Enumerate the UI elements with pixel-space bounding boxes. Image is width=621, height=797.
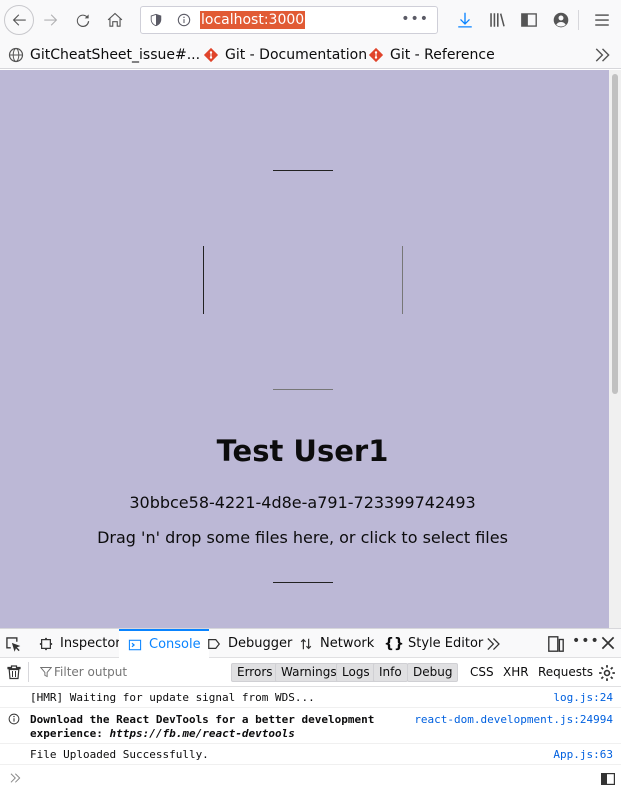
braces-icon: {} xyxy=(384,635,404,652)
debugger-icon xyxy=(206,636,222,652)
bookmarks-overflow-button[interactable] xyxy=(592,45,612,65)
tab-style-editor[interactable]: {} Style Editor xyxy=(384,629,483,658)
reload-button[interactable] xyxy=(68,5,98,35)
info-icon xyxy=(8,713,20,725)
chevron-double-right-icon xyxy=(10,773,21,783)
message-source-link[interactable]: react-dom.development.js:24994 xyxy=(414,713,613,726)
console-message: Download the React DevTools for a better… xyxy=(0,708,621,744)
filter-logs-button[interactable]: Logs xyxy=(336,663,376,682)
page-actions-more-icon[interactable]: ••• xyxy=(401,11,429,27)
filter-debug-button[interactable]: Debug xyxy=(407,663,459,682)
menu-button[interactable] xyxy=(587,5,617,35)
filter-separator xyxy=(28,662,29,682)
message-source-link[interactable]: log.js:24 xyxy=(553,691,613,704)
globe-icon xyxy=(8,47,24,63)
page-content[interactable]: Test User1 30bbce58-4221-4d8e-a791-72339… xyxy=(0,70,609,628)
arrow-left-icon xyxy=(12,14,26,26)
account-button[interactable] xyxy=(546,5,576,35)
dock-icon[interactable] xyxy=(547,635,565,653)
console-input[interactable] xyxy=(0,765,621,795)
devtools-tabbar: Inspector Console Debugger Network {} St… xyxy=(0,629,621,658)
tab-debugger[interactable]: Debugger xyxy=(206,629,292,658)
arrow-right-icon xyxy=(44,14,58,26)
devtools-panel: Inspector Console Debugger Network {} St… xyxy=(0,628,621,797)
info-icon[interactable] xyxy=(177,13,191,27)
hamburger-icon xyxy=(595,14,609,26)
git-logo-icon xyxy=(203,47,219,63)
trash-icon[interactable] xyxy=(6,664,22,680)
bookmark-item[interactable]: Git - Reference xyxy=(368,45,495,65)
reload-icon xyxy=(76,14,90,28)
filter-warnings-button[interactable]: Warnings xyxy=(275,663,343,682)
bookmark-label: Git - Documentation xyxy=(225,47,368,63)
chevron-double-right-icon xyxy=(595,48,610,62)
inspector-icon xyxy=(38,636,54,652)
home-button[interactable] xyxy=(100,5,130,35)
sidebar-button[interactable] xyxy=(514,5,544,35)
filter-css-button[interactable]: CSS xyxy=(470,663,494,682)
tab-inspector[interactable]: Inspector xyxy=(38,629,121,658)
more-options-icon[interactable]: ••• xyxy=(572,633,600,649)
git-logo-icon xyxy=(368,47,384,63)
console-filterbar: Errors Warnings Logs Info Debug CSS XHR … xyxy=(0,658,621,687)
toolbar-separator xyxy=(578,10,579,30)
filter-info-button[interactable]: Info xyxy=(373,663,408,682)
tab-console[interactable]: Console xyxy=(119,629,209,658)
file-dropzone[interactable]: Drag 'n' drop some files here, or click … xyxy=(0,528,605,547)
filter-xhr-button[interactable]: XHR xyxy=(503,663,529,682)
close-icon[interactable] xyxy=(599,634,617,652)
library-button[interactable] xyxy=(482,5,512,35)
spinner-segment xyxy=(273,389,333,390)
page-scrollbar[interactable] xyxy=(609,70,621,628)
filter-requests-button[interactable]: Requests xyxy=(538,663,593,682)
spinner-segment xyxy=(273,170,333,171)
user-id: 30bbce58-4221-4d8e-a791-723399742493 xyxy=(129,493,476,512)
message-source-link[interactable]: App.js:63 xyxy=(553,748,613,761)
bookmark-label: Git - Reference xyxy=(390,47,495,63)
url-bar[interactable]: localhost:3000 ••• xyxy=(140,6,438,34)
scrollbar-thumb[interactable] xyxy=(612,74,618,394)
bookmark-item[interactable]: GitCheatSheet_issue#... xyxy=(8,45,200,65)
console-message: File Uploaded Successfully. App.js:63 xyxy=(0,744,621,765)
spinner-segment xyxy=(273,582,333,583)
account-icon xyxy=(553,12,569,28)
gear-icon[interactable] xyxy=(598,664,616,682)
bookmarks-bar: GitCheatSheet_issue#... Git - Documentat… xyxy=(0,40,621,69)
tab-network[interactable]: Network xyxy=(298,629,374,658)
home-icon xyxy=(107,12,123,27)
network-icon xyxy=(298,636,314,652)
sidebar-icon xyxy=(521,13,537,27)
back-button[interactable] xyxy=(4,5,34,35)
library-icon xyxy=(490,13,505,27)
shield-icon[interactable] xyxy=(149,13,163,27)
user-name: Test User1 xyxy=(216,434,389,468)
filter-output-input[interactable] xyxy=(38,662,218,682)
downloads-button[interactable] xyxy=(450,5,480,35)
spinner-segment xyxy=(402,246,403,314)
download-icon xyxy=(458,12,472,28)
element-picker-icon[interactable] xyxy=(4,635,22,653)
forward-button[interactable] xyxy=(36,5,66,35)
console-icon xyxy=(127,637,143,653)
filter-errors-button[interactable]: Errors xyxy=(231,663,279,682)
chevron-double-right-icon[interactable] xyxy=(484,635,502,653)
browser-toolbar: localhost:3000 ••• xyxy=(0,0,621,40)
bookmark-label: GitCheatSheet_issue#... xyxy=(30,47,201,63)
console-message: [HMR] Waiting for update signal from WDS… xyxy=(0,687,621,708)
bookmark-item[interactable]: Git - Documentation xyxy=(203,45,367,65)
sidebar-toggle-icon[interactable] xyxy=(600,771,616,787)
spinner-segment xyxy=(203,246,204,314)
url-text[interactable]: localhost:3000 xyxy=(200,11,306,29)
devtools-link[interactable]: https://fb.me/react-devtools xyxy=(109,727,294,740)
